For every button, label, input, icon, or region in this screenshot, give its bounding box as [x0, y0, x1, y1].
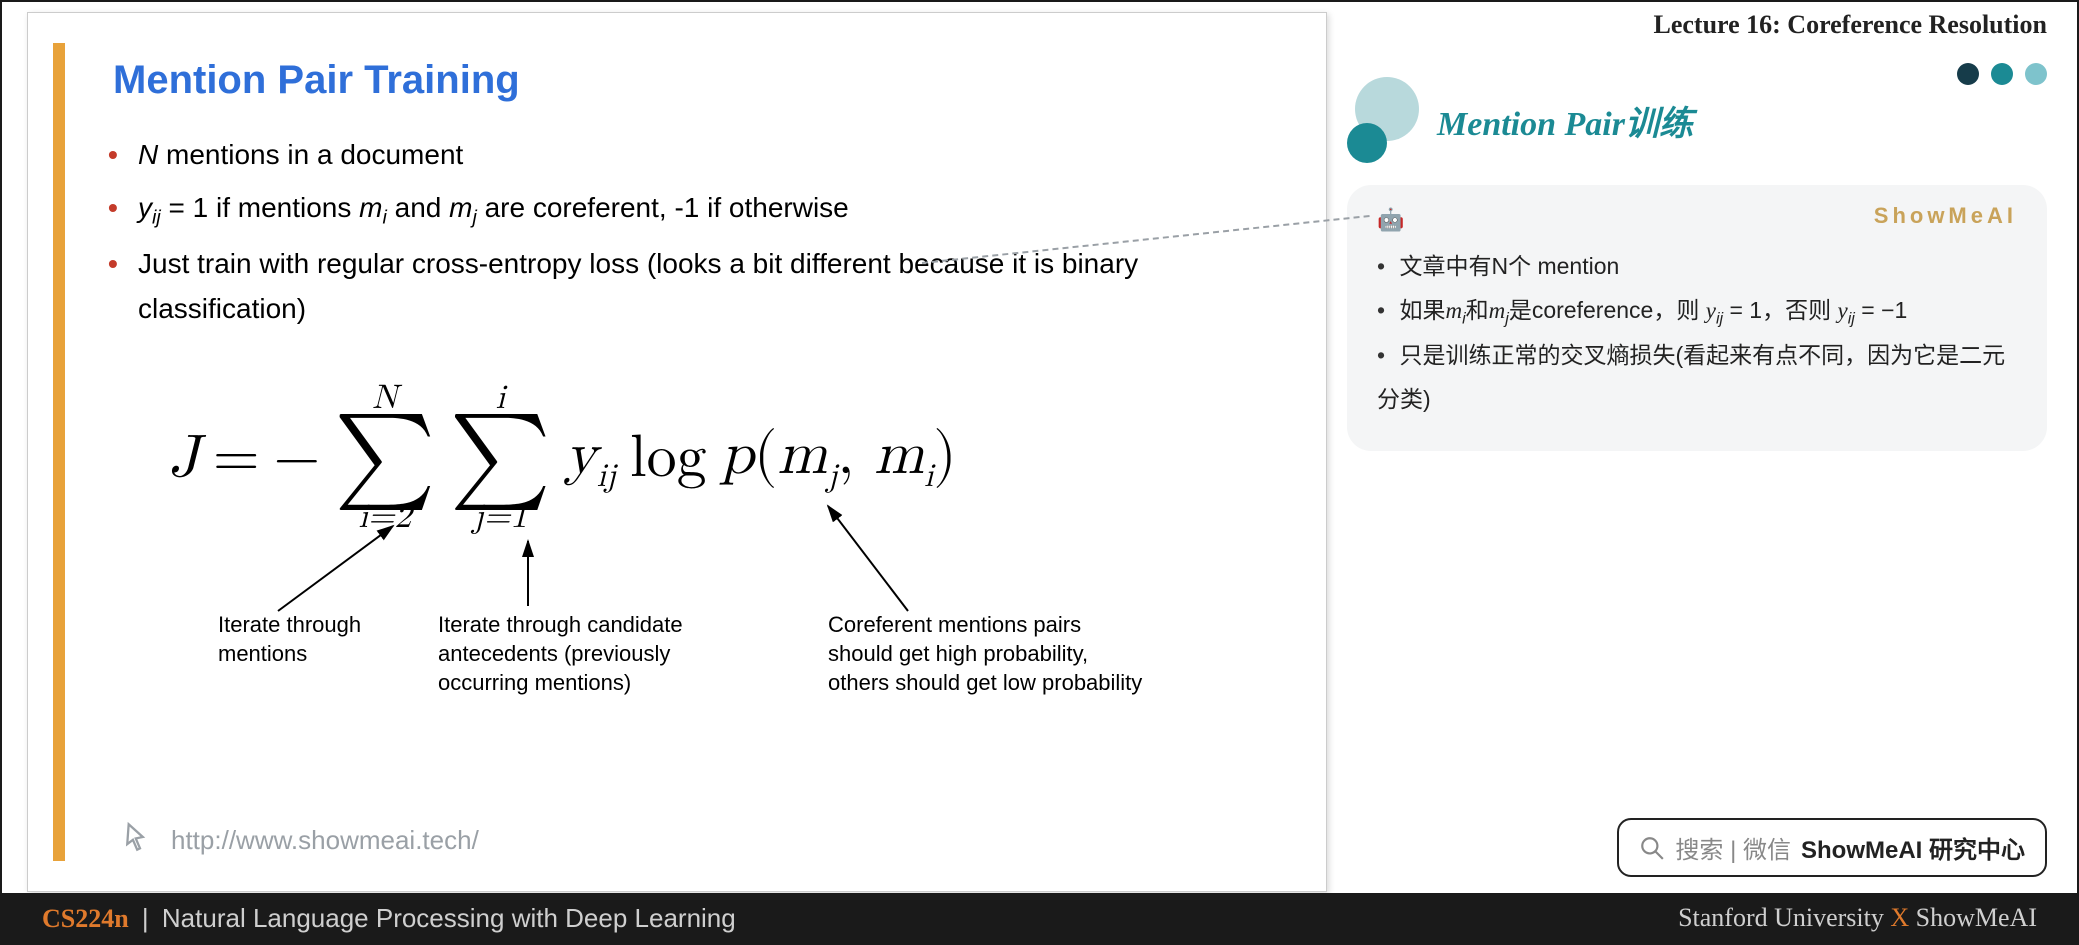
sum-inner: i ∑ j=1: [450, 381, 551, 534]
label-iterate-mentions: Iterate through mentions: [218, 611, 418, 668]
note-3: 只是训练正常的交叉熵损失(看起来有点不同，因为它是二元分类): [1377, 334, 2017, 421]
source-url-row: http://www.showmeai.tech/: [123, 820, 479, 861]
bullet-3: Just train with regular cross-entropy lo…: [138, 242, 1188, 332]
search-hint: 搜索 | 微信: [1675, 830, 1791, 865]
slide-accent-bar: [53, 43, 65, 861]
source-url: http://www.showmeai.tech/: [171, 825, 479, 856]
notes-list: 文章中有N个 mention 如果mi和mj是coreference，则 yij…: [1377, 245, 2017, 421]
footer-right: Stanford University X ShowMeAI: [1678, 903, 2037, 933]
footer-left: CS224n | Natural Language Processing wit…: [42, 903, 736, 934]
section-title: Mention Pair训练: [1437, 96, 1693, 145]
robot-icon: 🤖: [1377, 207, 1404, 232]
notes-panel: Lecture 16: Coreference Resolution Menti…: [1327, 2, 2077, 897]
teal-circles-icon: [1347, 85, 1427, 155]
bullet-1: N mentions in a document: [138, 133, 1188, 178]
slide-bullets: N mentions in a document yij = 1 if ment…: [138, 133, 1188, 331]
notes-box: 🤖 ShowMeAI 文章中有N个 mention 如果mi和mj是corefe…: [1347, 185, 2047, 451]
note-1: 文章中有N个 mention: [1377, 245, 2017, 289]
course-code: CS224n: [42, 904, 129, 933]
dots-decoration: [1957, 63, 2047, 85]
section-header: Mention Pair训练: [1347, 85, 2047, 155]
brand-label: ShowMeAI: [1874, 203, 2017, 229]
footer-bar: CS224n | Natural Language Processing wit…: [2, 893, 2077, 943]
sum-outer: N ∑ i=2: [334, 381, 435, 534]
lecture-header: Lecture 16: Coreference Resolution: [1347, 10, 2047, 40]
slide-panel: Mention Pair Training N mentions in a do…: [27, 12, 1327, 892]
label-coreferent-prob: Coreferent mentions pairs should get hig…: [828, 611, 1148, 697]
cursor-icon: [123, 820, 157, 861]
note-2: 如果mi和mj是coreference，则 yij = 1，否则 yij = −…: [1377, 289, 2017, 334]
course-subtitle: Natural Language Processing with Deep Le…: [162, 903, 736, 933]
search-bold: ShowMeAI 研究中心: [1801, 830, 2025, 865]
formula-area: J = − N ∑ i=2 i ∑ j=1 yij log p(m: [168, 351, 1326, 711]
bullet-2: yij = 1 if mentions mi and mj are corefe…: [138, 186, 1188, 234]
slide-title: Mention Pair Training: [113, 58, 1326, 103]
search-box[interactable]: 搜索 | 微信 ShowMeAI 研究中心: [1617, 818, 2047, 877]
bullet1-var-N: N: [138, 139, 158, 170]
label-iterate-antecedents: Iterate through candidate antecedents (p…: [438, 611, 728, 697]
loss-formula: J = − N ∑ i=2 i ∑ j=1 yij log p(m: [168, 351, 1326, 534]
search-icon: [1639, 835, 1665, 861]
